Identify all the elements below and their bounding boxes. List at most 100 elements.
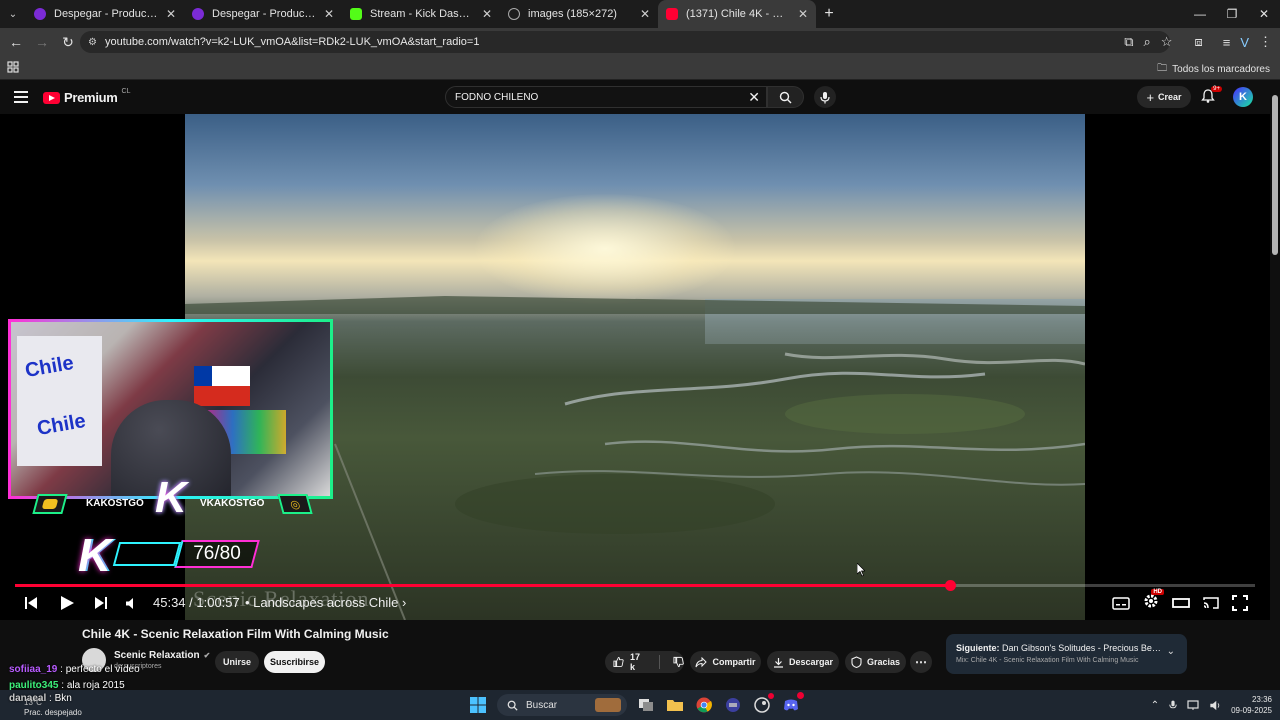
new-tab-icon[interactable]: + xyxy=(816,5,842,23)
previous-button[interactable] xyxy=(24,591,38,615)
window-controls: — ❐ ✕ xyxy=(1184,0,1280,28)
cast-icon[interactable] xyxy=(1202,596,1220,610)
thumbs-down-icon[interactable] xyxy=(673,656,684,668)
progress-bar[interactable] xyxy=(15,580,1255,591)
menu-icon[interactable] xyxy=(14,91,28,103)
subscribe-button[interactable]: Suscribirse xyxy=(264,651,325,673)
play-button[interactable] xyxy=(59,591,75,615)
skip-previous-icon xyxy=(25,597,37,609)
browser-menu-icon[interactable]: ⋮ xyxy=(1259,34,1272,50)
speaker-icon[interactable] xyxy=(1209,700,1221,711)
search-input[interactable]: FODNO CHILENO ✕ xyxy=(445,86,767,108)
profile-icon[interactable]: V xyxy=(1240,35,1249,50)
settings-button[interactable]: HD xyxy=(1142,588,1164,615)
sign-text: Chile xyxy=(23,351,76,383)
back-icon[interactable]: ← xyxy=(4,30,28,54)
tab-youtube-active[interactable]: (1371) Chile 4K - Scenic Relaxat ✕ xyxy=(658,0,816,28)
notifications-button[interactable]: 9+ xyxy=(1200,86,1222,106)
chevron-up-icon[interactable]: ⌃ xyxy=(1151,700,1159,711)
windows-start-icon[interactable] xyxy=(468,695,488,715)
youtube-page: Premium CL FODNO CHILENO ✕ + Crear 9+ K xyxy=(0,81,1270,691)
theater-mode-icon[interactable] xyxy=(1172,597,1190,609)
scrubber-handle[interactable] xyxy=(944,580,956,591)
system-tray: ⌃ 23:36 09-09-2025 xyxy=(1151,693,1272,717)
search-button[interactable] xyxy=(767,86,804,108)
subtitles-icon[interactable] xyxy=(1112,596,1130,610)
join-button[interactable]: Unirse xyxy=(215,651,259,673)
globe-favicon-icon xyxy=(508,8,520,20)
address-bar[interactable]: ⚙ youtube.com/watch?v=k2-LUK_vmOA&list=R… xyxy=(80,31,1170,53)
extensions-icon[interactable]: ⧈ xyxy=(1194,34,1202,50)
media-control-icon[interactable]: ≡ xyxy=(1223,35,1231,50)
youtube-header: Premium CL FODNO CHILENO ✕ + Crear 9+ K xyxy=(0,81,1270,114)
zoom-icon[interactable]: ⌕ xyxy=(1144,34,1151,50)
tab-images[interactable]: images (185×272) ✕ xyxy=(500,0,658,28)
restore-icon[interactable]: ❐ xyxy=(1216,0,1248,28)
channel-name[interactable]: Scenic Relaxation ✔ xyxy=(114,650,210,661)
like-button[interactable]: 17 k xyxy=(613,652,646,672)
tab-search-icon[interactable]: ⌄ xyxy=(0,0,26,28)
account-avatar[interactable]: K xyxy=(1233,87,1253,107)
close-icon[interactable]: ✕ xyxy=(166,7,176,21)
tab-kick-dashboard[interactable]: Stream - Kick Dashboard ✕ xyxy=(342,0,500,28)
weather-widget[interactable]: 13°C Prac. despejado xyxy=(24,698,82,718)
system-clock[interactable]: 23:36 09-09-2025 xyxy=(1231,694,1272,716)
app-icon[interactable] xyxy=(723,695,743,715)
monitor-icon[interactable] xyxy=(1187,699,1199,711)
site-info-icon[interactable]: ⚙ xyxy=(88,37,97,48)
kick-favicon-icon xyxy=(350,8,362,20)
chevron-down-icon[interactable]: ⌄ xyxy=(1167,646,1175,657)
next-button[interactable] xyxy=(94,591,108,615)
clear-search-icon[interactable]: ✕ xyxy=(748,89,760,106)
youtube-social-icon xyxy=(32,494,68,514)
forward-icon[interactable]: → xyxy=(30,30,54,54)
up-next-mix: Mix: Chile 4K - Scenic Relaxation Film W… xyxy=(956,657,1139,664)
close-icon[interactable]: ✕ xyxy=(798,7,808,21)
sub-goal-widget: K 76/80 xyxy=(78,529,260,582)
tab-title: Stream - Kick Dashboard xyxy=(370,8,474,20)
all-bookmarks-button[interactable]: 🗀 Todos los marcadores xyxy=(1157,61,1270,78)
thanks-button[interactable]: Gracias xyxy=(845,651,906,673)
install-app-icon[interactable]: ⧉ xyxy=(1124,34,1133,50)
instagram-icon: ◎ xyxy=(277,494,313,514)
close-icon[interactable]: ✕ xyxy=(482,7,492,21)
page-scrollbar[interactable] xyxy=(1270,81,1280,690)
chapter-title[interactable]: • Landscapes across Chile › xyxy=(245,595,406,610)
discord-icon[interactable] xyxy=(781,692,804,715)
tab-despegar-1[interactable]: Despegar - Productos Combina ✕ xyxy=(26,0,184,28)
youtube-logo[interactable]: Premium CL xyxy=(43,88,130,105)
kick-k-icon: K xyxy=(78,529,112,581)
share-icon xyxy=(695,656,708,667)
mute-button[interactable] xyxy=(125,591,138,615)
apps-grid-icon[interactable] xyxy=(7,61,19,73)
close-icon[interactable]: ✕ xyxy=(324,7,334,21)
chrome-icon[interactable] xyxy=(694,695,714,715)
task-view-icon[interactable] xyxy=(636,695,656,715)
taskbar-search[interactable]: Buscar xyxy=(497,694,627,716)
more-actions-button[interactable]: ⋯ xyxy=(910,651,932,673)
file-explorer-icon[interactable] xyxy=(665,695,685,715)
steam-icon[interactable] xyxy=(752,693,774,715)
minimize-icon[interactable]: — xyxy=(1184,0,1216,28)
download-button[interactable]: Descargar xyxy=(767,651,839,673)
bookmark-star-icon[interactable]: ☆ xyxy=(1161,34,1173,50)
fullscreen-icon[interactable] xyxy=(1232,595,1248,611)
close-icon[interactable]: ✕ xyxy=(640,7,650,21)
channel-name-text: Scenic Relaxation xyxy=(114,650,200,661)
tab-despegar-2[interactable]: Despegar - Productos combina ✕ xyxy=(184,0,342,28)
up-next-card[interactable]: Siguiente: Dan Gibson's Solitudes - Prec… xyxy=(946,634,1187,674)
clock-date: 09-09-2025 xyxy=(1231,706,1272,715)
up-next-title: Dan Gibson's Solitudes - Precious Beauty… xyxy=(1002,643,1161,653)
voice-search-button[interactable] xyxy=(814,86,836,108)
create-button[interactable]: + Crear xyxy=(1137,86,1191,108)
close-window-icon[interactable]: ✕ xyxy=(1248,0,1280,28)
video-player[interactable]: Scenic Relaxation Chile Chile KAKOSTGO V… xyxy=(0,114,1270,620)
share-label: Compartir xyxy=(712,657,756,667)
tab-strip: ⌄ Despegar - Productos Combina ✕ Despega… xyxy=(0,0,1280,28)
microphone-icon[interactable] xyxy=(1169,699,1177,711)
reload-icon[interactable]: ↻ xyxy=(56,30,80,54)
play-icon xyxy=(61,596,74,610)
windows-taskbar: danaeal : Bkn 13°C Prac. despejado Busca… xyxy=(0,690,1280,720)
scrollbar-thumb[interactable] xyxy=(1272,95,1278,255)
share-button[interactable]: Compartir xyxy=(690,651,761,673)
